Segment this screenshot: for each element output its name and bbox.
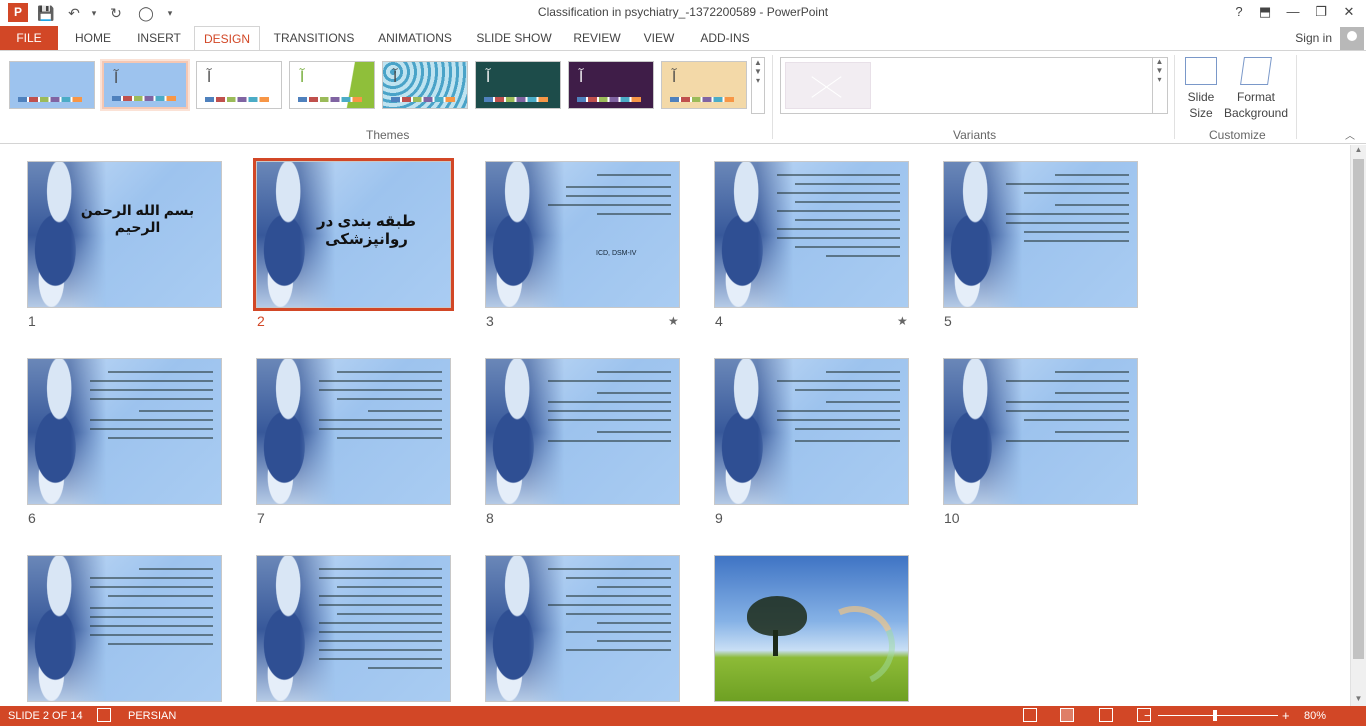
slide-number: 4 (715, 313, 723, 329)
tab-animations[interactable]: ANIMATIONS (370, 26, 460, 50)
zoom-in-button[interactable]: + (1282, 708, 1290, 723)
reading-view-icon[interactable] (1099, 708, 1113, 722)
slide-number: 1 (28, 313, 36, 329)
slide-thumbnail[interactable] (943, 358, 1138, 505)
slide-thumbnail[interactable] (27, 555, 222, 702)
divider (1174, 55, 1175, 139)
tab-file[interactable]: FILE (0, 26, 58, 50)
slide-size-button[interactable]: Slide Size (1182, 57, 1220, 121)
tab-insert[interactable]: INSERT (130, 26, 188, 50)
zoom-slider-knob[interactable] (1213, 710, 1217, 721)
slide-thumbnail[interactable] (485, 358, 680, 505)
language-indicator[interactable]: PERSIAN (128, 710, 176, 722)
variants-gallery (780, 57, 1168, 114)
ribbon-tabs: FILE HOME INSERT DESIGN TRANSITIONS ANIM… (0, 26, 1366, 51)
zoom-level[interactable]: 80% (1304, 710, 1326, 722)
collapse-ribbon-icon[interactable]: ︿ (1345, 127, 1355, 142)
sign-in-link[interactable]: Sign in (1295, 31, 1332, 45)
slide-thumbnail[interactable] (27, 358, 222, 505)
slide-thumbnail[interactable]: بسم الله الرحمن الرحيم (27, 161, 222, 308)
zoom-out-button[interactable]: − (1144, 708, 1152, 723)
slide-size-icon (1185, 57, 1217, 85)
theme-current[interactable] (9, 61, 95, 109)
tab-view[interactable]: VIEW (636, 26, 682, 50)
tab-review[interactable]: REVIEW (568, 26, 626, 50)
theme-office[interactable]: آ (196, 61, 282, 109)
slide-thumbnail[interactable] (714, 161, 909, 308)
theme-organic[interactable]: آ (475, 61, 561, 109)
slide-thumbnail-selected[interactable]: طبقه بندی در روانپزشکی (253, 158, 454, 311)
animation-star-icon: ★ (668, 314, 679, 328)
customize-group-label: Customize (1209, 128, 1266, 142)
minimize-button[interactable]: — (1280, 2, 1306, 22)
slide-sorter-view-icon[interactable] (1060, 708, 1074, 722)
slide-number: 6 (28, 510, 36, 526)
scroll-down-icon[interactable]: ▼ (1351, 694, 1366, 706)
slide-counter: SLIDE 2 OF 14 (8, 710, 83, 722)
tab-transitions[interactable]: TRANSITIONS (268, 26, 360, 50)
zoom-slider[interactable] (1158, 715, 1278, 716)
restore-button[interactable]: ❐ (1308, 2, 1334, 22)
spelling-icon[interactable] (97, 708, 111, 722)
status-bar: SLIDE 2 OF 14 PERSIAN − + 80% (0, 706, 1366, 726)
slide-thumbnail[interactable] (256, 555, 451, 702)
slide-thumbnail[interactable]: ICD, DSM-IV (485, 161, 680, 308)
slide-snippet: ICD, DSM-IV (596, 250, 637, 257)
slide-number: 5 (944, 313, 952, 329)
ribbon-display-options-icon[interactable]: ⬒ (1252, 2, 1278, 22)
variant-thumbnail[interactable] (785, 62, 871, 109)
slide-number: 10 (944, 510, 960, 526)
avatar[interactable] (1340, 27, 1364, 51)
tab-slide-show[interactable]: SLIDE SHOW (470, 26, 558, 50)
slide-number: 7 (257, 510, 265, 526)
slide-number: 8 (486, 510, 494, 526)
slide-number: 3 (486, 313, 494, 329)
vertical-scrollbar[interactable]: ▲ ▼ (1350, 145, 1366, 706)
divider (772, 55, 773, 139)
theme-ion-boardroom[interactable]: آ (382, 61, 468, 109)
slide-title: بسم الله الرحمن الرحيم (80, 202, 195, 235)
animation-star-icon: ★ (897, 314, 908, 328)
tree-trunk (773, 630, 778, 656)
window-title: Classification in psychiatry_-1372200589… (537, 5, 829, 19)
theme-slice[interactable]: آ (661, 61, 747, 109)
themes-gallery-scroll[interactable]: ▲ ▼ ▾ (751, 57, 765, 114)
close-button[interactable]: ✕ (1336, 2, 1362, 22)
title-bar: P 💾 ↶ ▾ ↻ ◯ ▾ Classification in psychiat… (0, 0, 1366, 26)
slide-number: 2 (257, 313, 265, 329)
theme-retrospect[interactable]: آ (568, 61, 654, 109)
theme-facet[interactable]: آ (289, 61, 375, 109)
help-button[interactable]: ? (1226, 2, 1252, 22)
tab-add-ins[interactable]: ADD-INS (692, 26, 758, 50)
slide-thumbnail[interactable] (485, 555, 680, 702)
scrollbar-thumb[interactable] (1353, 159, 1364, 659)
slide-sorter: بسم الله الرحمن الرحيم 1 طبقه بندی در رو… (0, 145, 1350, 706)
theme-current-selected[interactable]: آ (102, 61, 188, 109)
tab-home[interactable]: HOME (66, 26, 120, 50)
variants-group-label: Variants (953, 128, 997, 142)
themes-group-label: Themes (366, 128, 410, 142)
slide-thumbnail[interactable] (714, 555, 909, 702)
notes-view-icon[interactable] (1023, 708, 1037, 722)
tab-design[interactable]: DESIGN (194, 26, 260, 51)
slide-number: 9 (715, 510, 723, 526)
variants-gallery-scroll[interactable]: ▲ ▼ ▾ (1152, 57, 1166, 114)
rainbow (803, 594, 907, 698)
slide-thumbnail[interactable] (943, 161, 1138, 308)
slide-title: طبقه بندی در روانپزشکی (317, 213, 416, 248)
format-background-button[interactable]: Format Background (1222, 57, 1290, 121)
scroll-up-icon[interactable]: ▲ (1351, 145, 1366, 157)
design-ribbon: آ آ آ آ آ آ آ ▲ ▼ ▾ Themes ▲ ▼ ▾ Variants Sl… (0, 50, 1366, 144)
slide-thumbnail[interactable] (256, 358, 451, 505)
slide-thumbnail[interactable] (714, 358, 909, 505)
divider (1296, 55, 1297, 139)
format-background-icon (1240, 57, 1272, 85)
